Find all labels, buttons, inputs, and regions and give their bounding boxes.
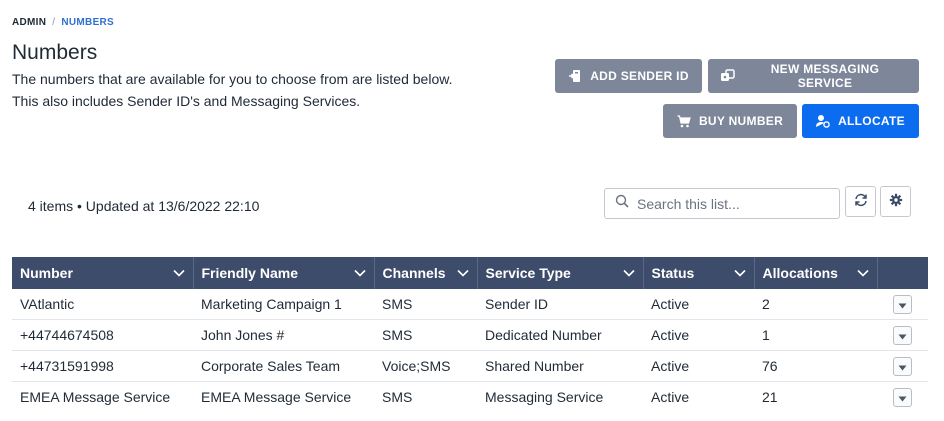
chevron-down-icon[interactable] (622, 269, 635, 277)
column-header-allocations[interactable]: Allocations (754, 257, 878, 289)
table-row[interactable]: +44744674508 John Jones # SMS Dedicated … (12, 319, 928, 351)
cell-status: Active (643, 350, 754, 382)
breadcrumb-separator: / (52, 17, 56, 28)
row-menu-button[interactable] (893, 325, 912, 345)
search-box[interactable] (604, 188, 840, 219)
cell-channels: SMS (374, 319, 477, 351)
column-header-label: Service Type (485, 265, 571, 281)
cell-friendly-name: John Jones # (193, 319, 374, 351)
table-row[interactable]: EMEA Message Service EMEA Message Servic… (12, 382, 928, 413)
column-header-channels[interactable]: Channels (374, 257, 478, 289)
cell-service-type: Sender ID (477, 289, 643, 320)
column-header-friendly-name[interactable]: Friendly Name (193, 257, 375, 289)
cell-number: +44731591998 (12, 350, 193, 382)
table-row[interactable]: VAtlantic Marketing Campaign 1 SMS Sende… (12, 289, 928, 320)
add-sender-id-button[interactable]: ADD SENDER ID (555, 59, 702, 93)
cell-actions (877, 350, 928, 382)
page-description-line-2: This also includes Sender ID's and Messa… (12, 93, 361, 109)
cell-number: VAtlantic (12, 289, 193, 320)
table-header-row: Number Friendly Name Channels Service Ty… (12, 257, 928, 289)
cell-allocations: 21 (762, 389, 778, 405)
user-allocate-icon (816, 114, 830, 128)
row-menu-button[interactable] (893, 294, 912, 314)
cell-actions (877, 319, 928, 351)
row-menu-button[interactable] (893, 356, 912, 376)
cell-allocations: 2 (754, 289, 877, 320)
chevron-down-icon[interactable] (856, 269, 869, 277)
chevron-down-icon[interactable] (733, 269, 746, 277)
cell-friendly-name: EMEA Message Service (201, 389, 352, 405)
cell-friendly-name: Marketing Campaign 1 (193, 289, 374, 320)
list-status-text: 4 items • Updated at 13/6/2022 22:10 (28, 198, 260, 214)
refresh-button[interactable] (845, 186, 876, 217)
cell-number: +44744674508 (12, 319, 193, 351)
page-title: Numbers (12, 41, 98, 64)
allocate-label: ALLOCATE (838, 114, 905, 128)
page-description-line-1: The numbers that are available for you t… (12, 71, 453, 87)
buy-number-button[interactable]: BUY NUMBER (663, 104, 797, 138)
buy-number-label: BUY NUMBER (698, 114, 784, 128)
breadcrumb-current: NUMBERS (61, 17, 115, 28)
gear-icon (889, 193, 903, 210)
column-header-label: Friendly Name (201, 265, 298, 281)
chevron-down-icon[interactable] (456, 269, 469, 277)
row-menu-button[interactable] (893, 387, 912, 407)
caret-down-icon (898, 389, 907, 405)
numbers-table: Number Friendly Name Channels Service Ty… (12, 257, 928, 412)
search-icon (615, 194, 629, 213)
cell-channels: SMS (374, 289, 477, 320)
cell-service-type: Messaging Service (485, 389, 604, 405)
cell-channels: SMS (382, 389, 413, 405)
cell-status: Active (643, 289, 754, 320)
cell-service-type: Shared Number (477, 350, 643, 382)
cell-service-type: Dedicated Number (477, 319, 643, 351)
cell-status: Active (651, 389, 690, 405)
cell-friendly-name: Corporate Sales Team (193, 350, 374, 382)
refresh-icon (854, 193, 868, 210)
column-header-status[interactable]: Status (643, 257, 755, 289)
column-header-number[interactable]: Number (12, 257, 194, 289)
allocate-button[interactable]: ALLOCATE (802, 104, 919, 138)
new-messaging-service-button[interactable]: NEW MESSAGING SERVICE (708, 59, 919, 93)
cell-allocations: 1 (754, 319, 877, 351)
column-header-label: Channels (382, 265, 446, 281)
caret-down-icon (898, 296, 907, 312)
cell-actions (877, 382, 928, 413)
new-messaging-service-label: NEW MESSAGING SERVICE (770, 62, 880, 90)
cell-channels: Voice;SMS (374, 350, 477, 382)
column-header-service-type[interactable]: Service Type (477, 257, 644, 289)
column-header-label: Allocations (762, 265, 838, 281)
add-sender-id-label: ADD SENDER ID (590, 69, 689, 83)
chevron-down-icon[interactable] (172, 269, 185, 277)
caret-down-icon (898, 327, 907, 343)
cell-number: EMEA Message Service (20, 389, 171, 405)
breadcrumb-admin-link[interactable]: ADMIN (12, 17, 46, 28)
table-row[interactable]: +44731591998 Corporate Sales Team Voice;… (12, 350, 928, 382)
page-description: The numbers that are available for you t… (12, 68, 532, 112)
search-input[interactable] (637, 195, 827, 212)
messaging-service-icon (720, 69, 735, 83)
column-header-actions (877, 257, 928, 289)
caret-down-icon (898, 358, 907, 374)
breadcrumb: ADMIN / NUMBERS (12, 17, 114, 28)
cart-icon (677, 114, 691, 128)
column-header-label: Status (651, 265, 695, 281)
cell-status: Active (643, 319, 754, 351)
settings-button[interactable] (880, 186, 911, 217)
cell-actions (877, 289, 928, 320)
sender-id-icon (568, 69, 582, 83)
column-header-label: Number (20, 265, 73, 281)
chevron-down-icon[interactable] (353, 269, 366, 277)
cell-allocations: 76 (754, 350, 877, 382)
